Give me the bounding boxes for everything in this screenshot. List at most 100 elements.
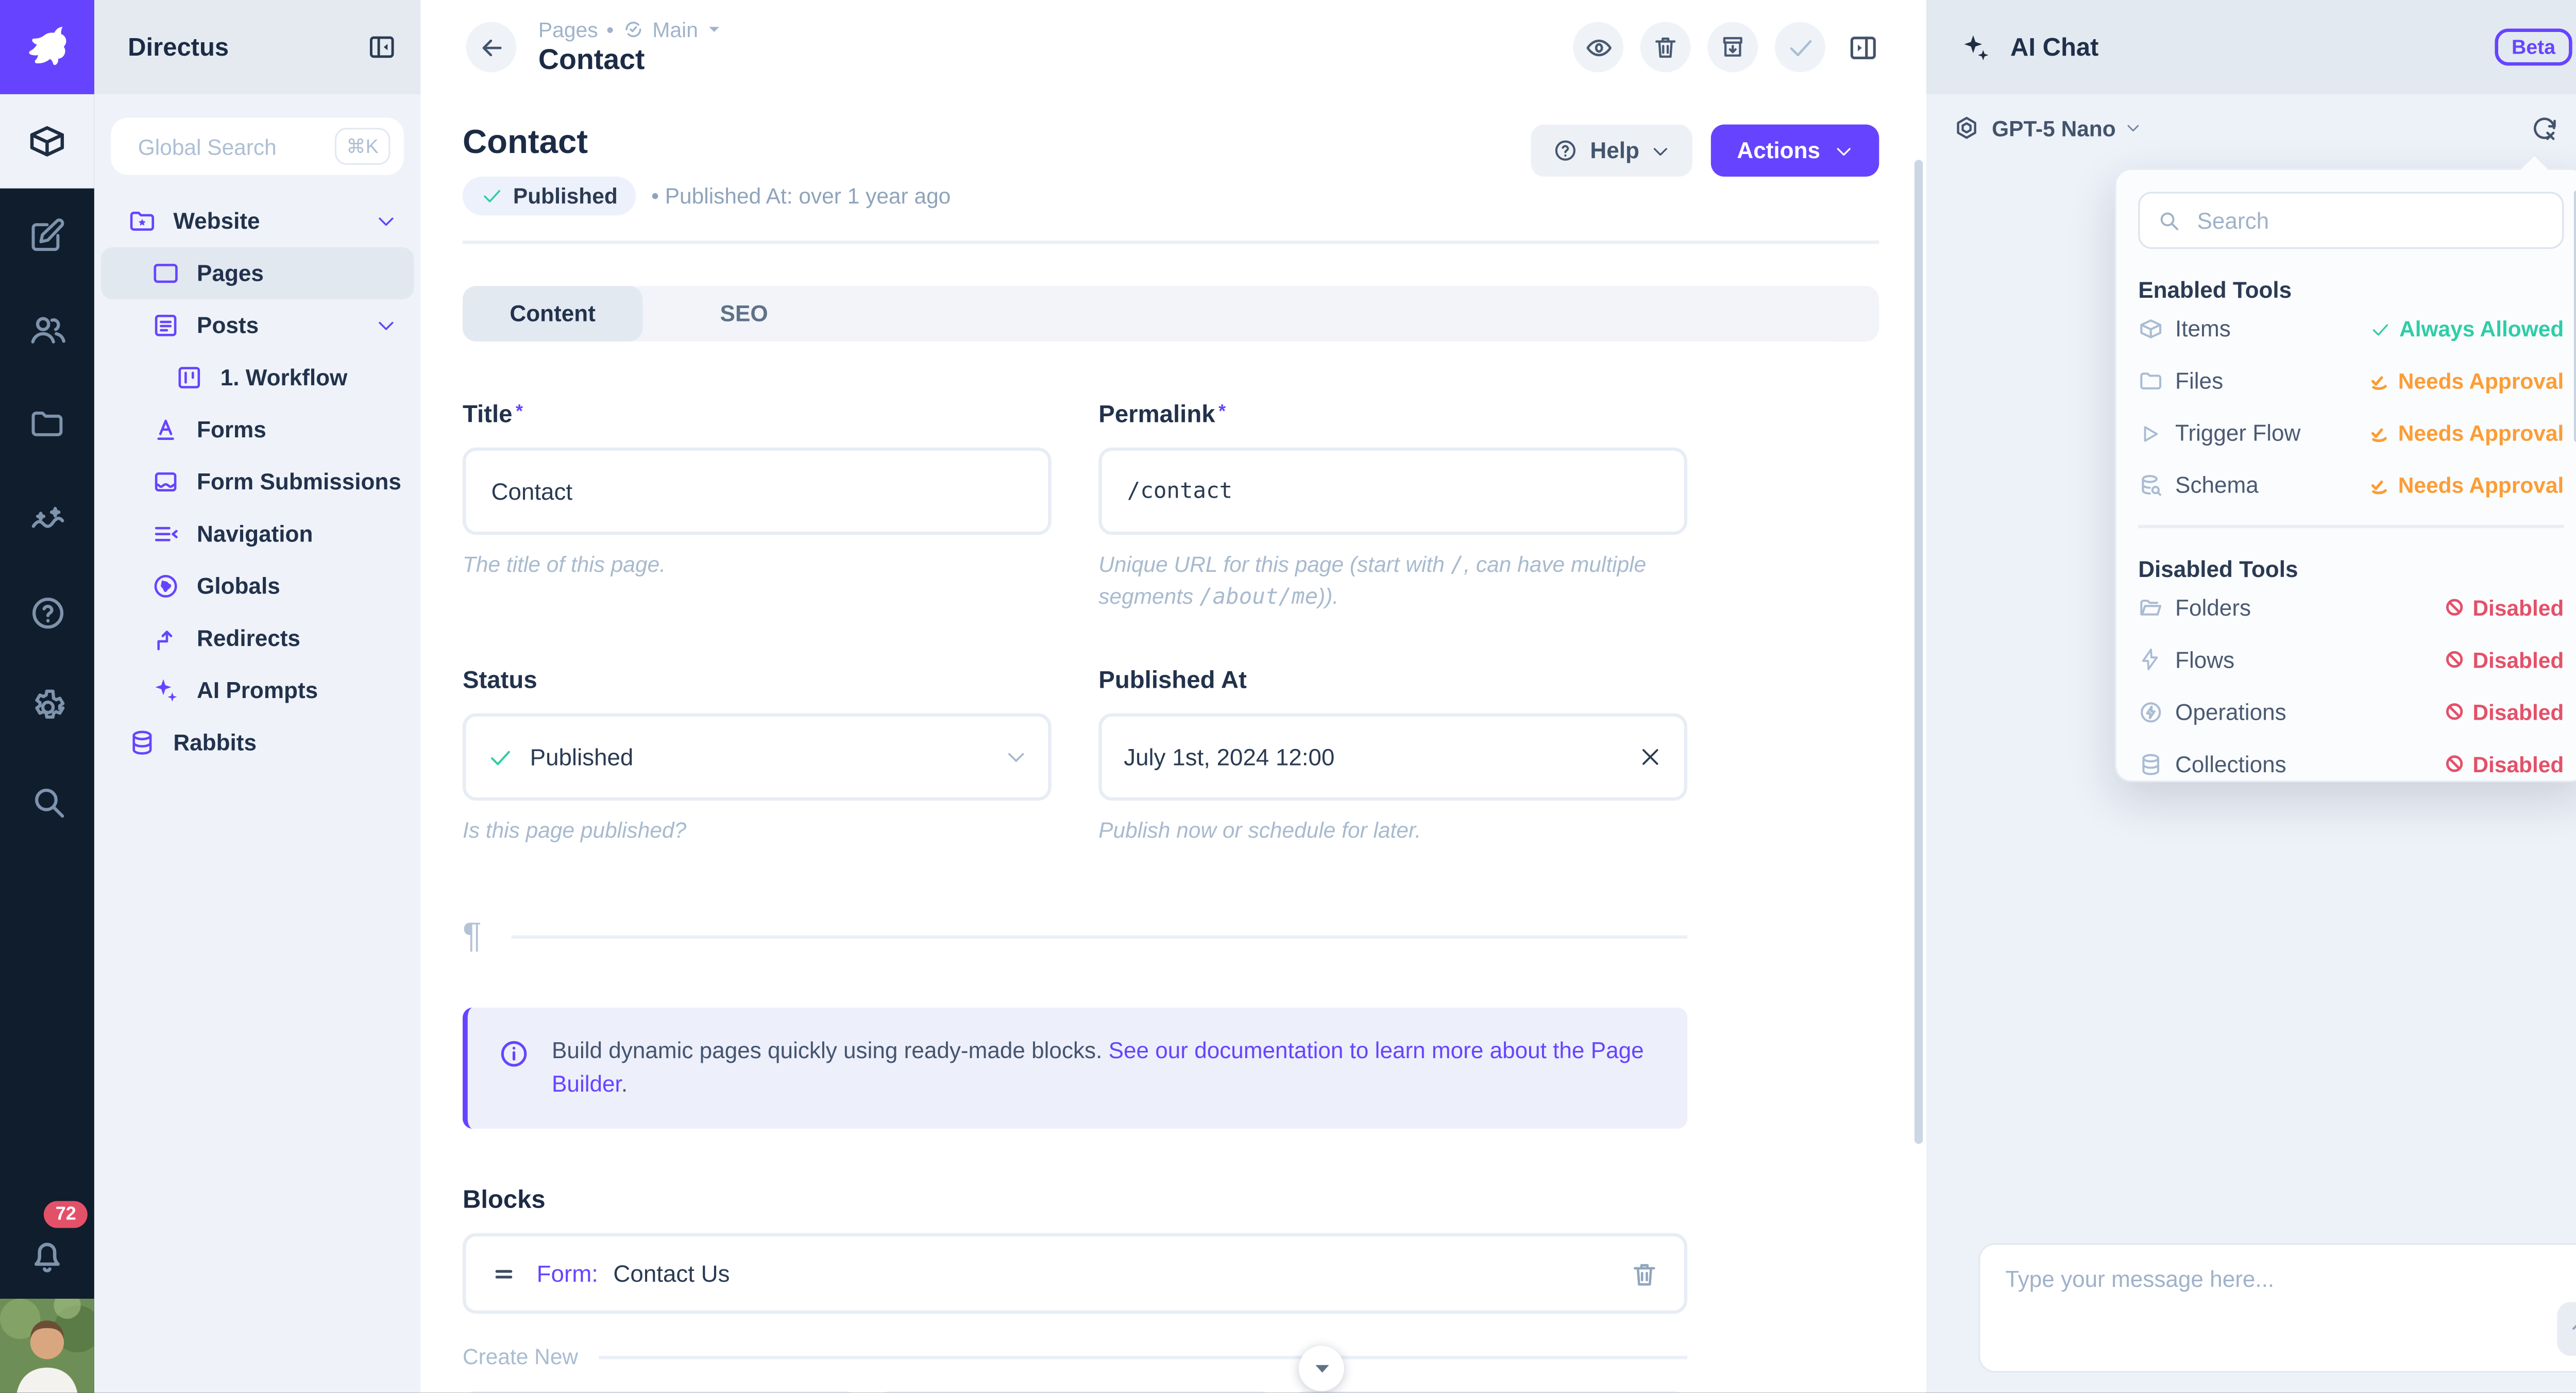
- sidebar-item-website[interactable]: Website: [101, 195, 414, 247]
- global-search[interactable]: ⌘K: [111, 118, 404, 175]
- tab-seo[interactable]: SEO: [673, 286, 815, 342]
- sidebar-item-posts[interactable]: Posts: [101, 299, 414, 351]
- module-insights[interactable]: [0, 471, 94, 565]
- breadcrumb[interactable]: Pages • Main: [538, 18, 1573, 41]
- check-icon: [1786, 33, 1815, 62]
- module-files[interactable]: [0, 377, 94, 471]
- tool-permission[interactable]: Disabled: [2444, 751, 2564, 776]
- status-select[interactable]: Published: [463, 713, 1052, 801]
- detail-tabs: Content SEO: [463, 286, 1879, 342]
- actions-button[interactable]: Actions: [1711, 125, 1879, 177]
- title-note: The title of this page.: [463, 550, 1052, 581]
- sidebar-item-redirects[interactable]: Redirects: [101, 613, 414, 665]
- menu-open-icon: [151, 520, 180, 549]
- collapse-sidebar-icon[interactable]: [367, 32, 397, 62]
- tool-flows[interactable]: Flows Disabled: [2138, 633, 2564, 685]
- notifications-button[interactable]: 72: [0, 1215, 94, 1299]
- tools-search-input[interactable]: [2194, 206, 2545, 235]
- delete-button[interactable]: [1640, 22, 1691, 72]
- create-option-placeholder[interactable]: [463, 1391, 858, 1392]
- field-status: Status Published Is this page published?: [463, 668, 1052, 846]
- module-content[interactable]: [0, 94, 94, 189]
- chevron-down-icon[interactable]: [375, 315, 397, 336]
- breadcrumb-collection[interactable]: Pages: [538, 18, 598, 41]
- tool-operations[interactable]: Operations Disabled: [2138, 686, 2564, 738]
- sidebar-item-navigation[interactable]: Navigation: [101, 508, 414, 560]
- module-settings[interactable]: [0, 659, 94, 754]
- sidebar-item-workflow[interactable]: 1. Workflow: [101, 351, 414, 403]
- tool-permission[interactable]: Disabled: [2444, 699, 2564, 724]
- folder-icon: [29, 405, 66, 443]
- module-users[interactable]: [0, 283, 94, 377]
- tool-folders[interactable]: Folders Disabled: [2138, 581, 2564, 633]
- title-label: Title: [463, 402, 512, 429]
- tool-permission[interactable]: Disabled: [2444, 594, 2564, 620]
- user-avatar[interactable]: [0, 1299, 94, 1393]
- blocks-heading: Blocks: [463, 1186, 1926, 1215]
- popover-scrollbar[interactable]: [2574, 190, 2576, 443]
- clear-history-button[interactable]: [2530, 113, 2559, 142]
- directus-logo-button[interactable]: [0, 0, 94, 94]
- module-editor[interactable]: [0, 189, 94, 283]
- edit-square-icon: [29, 217, 66, 254]
- tool-files[interactable]: Files Needs Approval: [2138, 355, 2564, 407]
- sidebar-item-form-submissions[interactable]: Form Submissions: [101, 456, 414, 508]
- info-banner: Build dynamic pages quickly using ready-…: [463, 1008, 1687, 1129]
- tool-schema[interactable]: Schema Needs Approval: [2138, 459, 2564, 511]
- clear-x-icon[interactable]: [1638, 745, 1662, 769]
- chat-message-input[interactable]: [2002, 1263, 2576, 1320]
- archive-button[interactable]: [1707, 22, 1758, 72]
- save-button[interactable]: [1775, 22, 1825, 72]
- sidebar-item-globals[interactable]: Globals: [101, 560, 414, 612]
- app-window: 72 Directus ⌘K: [0, 0, 2576, 1393]
- search-kbd-hint: ⌘K: [334, 128, 390, 165]
- tool-items[interactable]: Items Always Allowed: [2138, 303, 2564, 355]
- sidebar-item-rabbits[interactable]: Rabbits: [101, 717, 414, 769]
- help-button[interactable]: Help: [1531, 125, 1693, 177]
- module-help[interactable]: [0, 565, 94, 659]
- chevron-down-icon[interactable]: [1004, 745, 1028, 769]
- trash-icon[interactable]: [1630, 1259, 1659, 1288]
- block-item[interactable]: Form: Contact Us: [463, 1233, 1687, 1314]
- sidebar-item-ai-prompts[interactable]: AI Prompts: [101, 665, 414, 717]
- tools-search[interactable]: [2138, 192, 2564, 249]
- tab-content[interactable]: Content: [463, 286, 642, 342]
- avatar-photo: [0, 1299, 94, 1393]
- scroll-down-indicator[interactable]: [1299, 1346, 1344, 1391]
- tool-permission[interactable]: Disabled: [2444, 647, 2564, 672]
- preview-button[interactable]: [1573, 22, 1623, 72]
- send-message-button[interactable]: [2557, 1302, 2576, 1355]
- chevron-down-icon[interactable]: [2124, 120, 2141, 137]
- tool-permission[interactable]: Needs Approval: [2368, 420, 2564, 446]
- topbar-title: Contact: [538, 43, 1573, 76]
- model-selector[interactable]: GPT-5 Nano: [1992, 115, 2116, 141]
- toggle-right-panel-button[interactable]: [1847, 31, 1879, 63]
- sidebar-item-forms[interactable]: Forms: [101, 404, 414, 456]
- permalink-input[interactable]: [1124, 477, 1662, 506]
- drag-handle-icon[interactable]: [491, 1261, 516, 1286]
- chevron-down-icon[interactable]: [375, 210, 397, 232]
- version-sync-icon: [622, 19, 644, 40]
- sidebar-item-pages[interactable]: Pages: [101, 247, 414, 299]
- title-input[interactable]: [488, 476, 1026, 506]
- chevron-down-icon[interactable]: [706, 22, 721, 37]
- tool-trigger-flow[interactable]: Trigger Flow Needs Approval: [2138, 407, 2564, 459]
- tool-permission[interactable]: Always Allowed: [2371, 316, 2564, 342]
- tool-permission[interactable]: Needs Approval: [2368, 473, 2564, 498]
- tool-permission[interactable]: Needs Approval: [2368, 368, 2564, 394]
- create-option-placeholder[interactable]: [877, 1391, 1273, 1392]
- page-title: Contact: [463, 125, 951, 163]
- tool-collections[interactable]: Collections Disabled: [2138, 738, 2564, 783]
- breadcrumb-separator: •: [606, 18, 614, 41]
- main-scrollbar[interactable]: [1914, 160, 1923, 1144]
- openai-logo-icon: [1953, 114, 1980, 141]
- global-search-input[interactable]: [134, 132, 296, 161]
- back-button[interactable]: [466, 22, 516, 72]
- create-option-placeholder[interactable]: [1292, 1391, 1687, 1392]
- module-search[interactable]: [0, 754, 94, 848]
- pilcrow-icon[interactable]: ¶: [463, 917, 482, 957]
- published-at-input[interactable]: July 1st, 2024 12:00: [1098, 713, 1687, 801]
- create-new-button[interactable]: Create New: [463, 1344, 1687, 1369]
- breadcrumb-version[interactable]: Main: [652, 18, 698, 41]
- published-meta: • Published At: over 1 year ago: [651, 183, 951, 209]
